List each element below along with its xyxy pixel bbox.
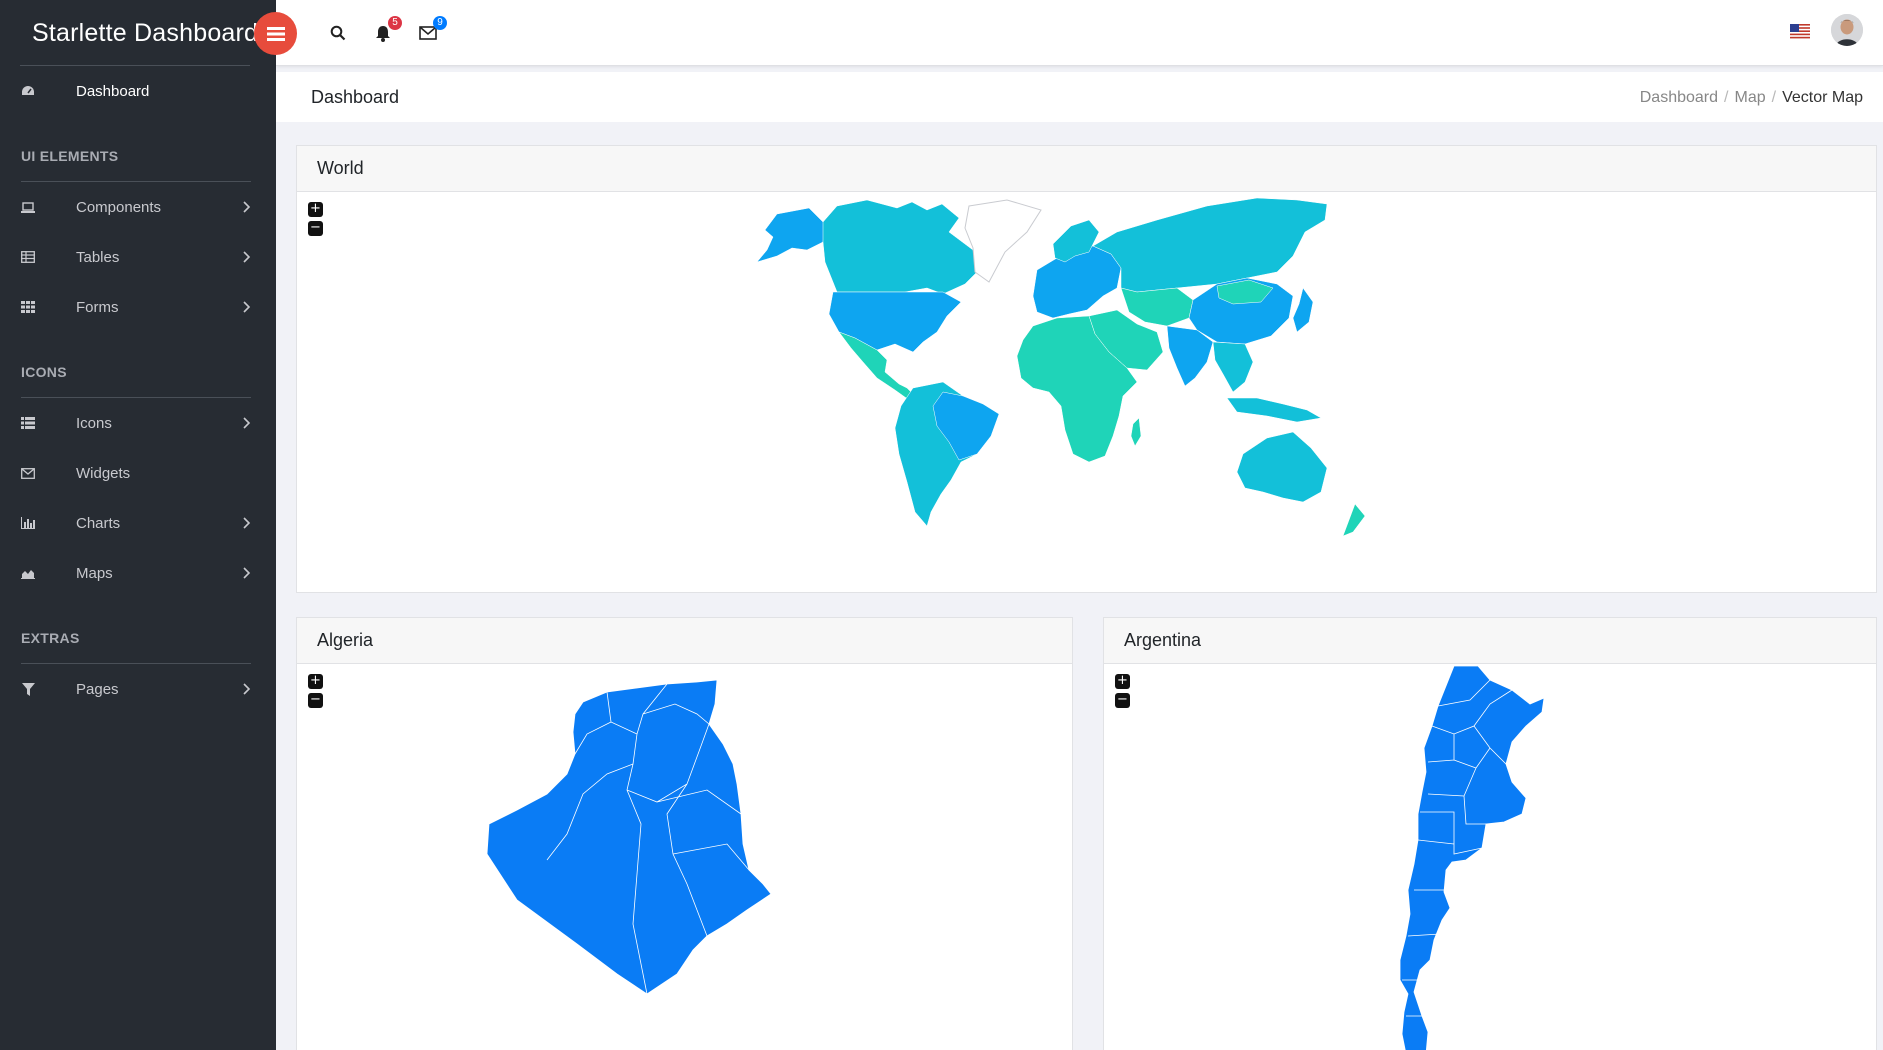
search-icon [330, 25, 346, 41]
breadcrumb-separator: / [1771, 89, 1777, 106]
sidebar-item-pages[interactable]: Pages [0, 664, 276, 714]
menu-icon [266, 26, 285, 41]
zoom-in-button[interactable]: + [308, 202, 323, 217]
breadcrumb-dashboard[interactable]: Dashboard [1640, 89, 1718, 107]
map-region-europe [1032, 245, 1122, 319]
chevron-right-icon [243, 251, 251, 263]
map-region-japan [1292, 287, 1314, 333]
map-region-algeria [487, 679, 772, 995]
map-region-se-asia [1212, 341, 1254, 393]
map-region-indonesia [1226, 397, 1322, 423]
section-icons: ICONS [21, 364, 67, 380]
map-region-alaska [756, 207, 826, 263]
notifications-button[interactable]: 5 [372, 16, 402, 44]
envelope-icon [20, 466, 36, 480]
sidebar-item-label: Icons [76, 414, 112, 432]
argentina-map[interactable] [1394, 664, 1594, 1050]
user-photo [1831, 14, 1863, 46]
card-title-argentina: Argentina [1104, 618, 1876, 664]
argentina-map-card: Argentina + − [1103, 617, 1877, 1050]
sidebar-item-label: Maps [76, 564, 113, 582]
breadcrumb-bar: Dashboard Dashboard / Map / Vector Map [276, 72, 1883, 122]
sidebar-item-forms[interactable]: Forms [0, 282, 276, 332]
map-region-madagascar [1130, 417, 1142, 447]
algeria-map[interactable] [487, 674, 827, 1050]
sidebar-item-components[interactable]: Components [0, 182, 276, 232]
sidebar-item-label: Components [76, 198, 162, 216]
sidebar-item-label: Tables [76, 248, 120, 266]
dashboard-icon [20, 84, 36, 98]
page-title: Dashboard [311, 87, 400, 107]
chevron-right-icon [243, 417, 251, 429]
algeria-map-card: Algeria + − [296, 617, 1073, 1050]
area-chart-icon [20, 566, 36, 580]
user-avatar[interactable] [1831, 14, 1863, 46]
argentina-map-body: + − [1104, 664, 1876, 1050]
filter-icon [20, 682, 36, 696]
sidebar-item-charts[interactable]: Charts [0, 498, 276, 548]
chevron-right-icon [243, 517, 251, 529]
us-flag-icon[interactable] [1790, 24, 1810, 39]
sidebar-item-label: Charts [76, 514, 121, 532]
card-title-world: World [297, 146, 1876, 192]
breadcrumb: Dashboard / Map / Vector Map [1640, 89, 1863, 107]
map-region-australia [1236, 431, 1328, 503]
bar-chart-icon [20, 516, 36, 530]
zoom-out-button[interactable]: − [308, 221, 323, 236]
notifications-badge: 5 [388, 16, 402, 30]
map-region-new-zealand [1342, 503, 1366, 537]
app-title[interactable]: Starlette Dashboard [32, 19, 258, 48]
map-region-russia [1092, 197, 1328, 293]
sidebar-item-label: Dashboard [76, 82, 150, 100]
sidebar-item-label: Widgets [76, 464, 131, 482]
sidebar-item-label: Forms [76, 298, 119, 316]
sidebar-item-icons[interactable]: Icons [0, 398, 276, 448]
map-region-canada [822, 199, 978, 295]
sidebar-item-dashboard[interactable]: Dashboard [0, 66, 276, 116]
sidebar-item-maps[interactable]: Maps [0, 548, 276, 598]
section-ui-elements: UI ELEMENTS [21, 148, 119, 164]
sidebar-item-widgets[interactable]: Widgets [0, 448, 276, 498]
brand-row: Starlette Dashboard [0, 0, 276, 66]
map-region-argentina [1399, 665, 1545, 1050]
world-map-card: World + − [296, 145, 1877, 593]
messages-badge: 9 [433, 16, 447, 30]
breadcrumb-separator: / [1724, 89, 1729, 106]
breadcrumb-current: Vector Map [1782, 89, 1863, 106]
world-map-body: + − [297, 192, 1876, 592]
zoom-out-button[interactable]: − [308, 693, 323, 708]
chevron-right-icon [243, 301, 251, 313]
section-extras: EXTRAS [21, 630, 80, 646]
grid-icon [20, 300, 36, 314]
sidebar-item-label: Pages [76, 680, 119, 698]
list-icon [20, 416, 36, 430]
algeria-map-body: + − [297, 664, 1072, 1050]
zoom-in-button[interactable]: + [1115, 674, 1130, 689]
sidebar-item-tables[interactable]: Tables [0, 232, 276, 282]
breadcrumb-map[interactable]: Map [1734, 89, 1765, 107]
top-header: 5 9 [276, 0, 1883, 66]
zoom-in-button[interactable]: + [308, 674, 323, 689]
laptop-icon [20, 200, 36, 214]
map-region-greenland [964, 199, 1042, 283]
world-map[interactable] [737, 192, 1437, 592]
sidebar: Starlette Dashboard Dashboard UI ELEMENT… [0, 0, 276, 1050]
search-button[interactable] [327, 22, 349, 44]
chevron-right-icon [243, 683, 251, 695]
chevron-right-icon [243, 567, 251, 579]
messages-button[interactable]: 9 [417, 16, 447, 44]
zoom-out-button[interactable]: − [1115, 693, 1130, 708]
chevron-right-icon [243, 201, 251, 213]
card-title-algeria: Algeria [297, 618, 1072, 664]
menu-toggle-button[interactable] [254, 12, 297, 55]
table-icon [20, 250, 36, 264]
